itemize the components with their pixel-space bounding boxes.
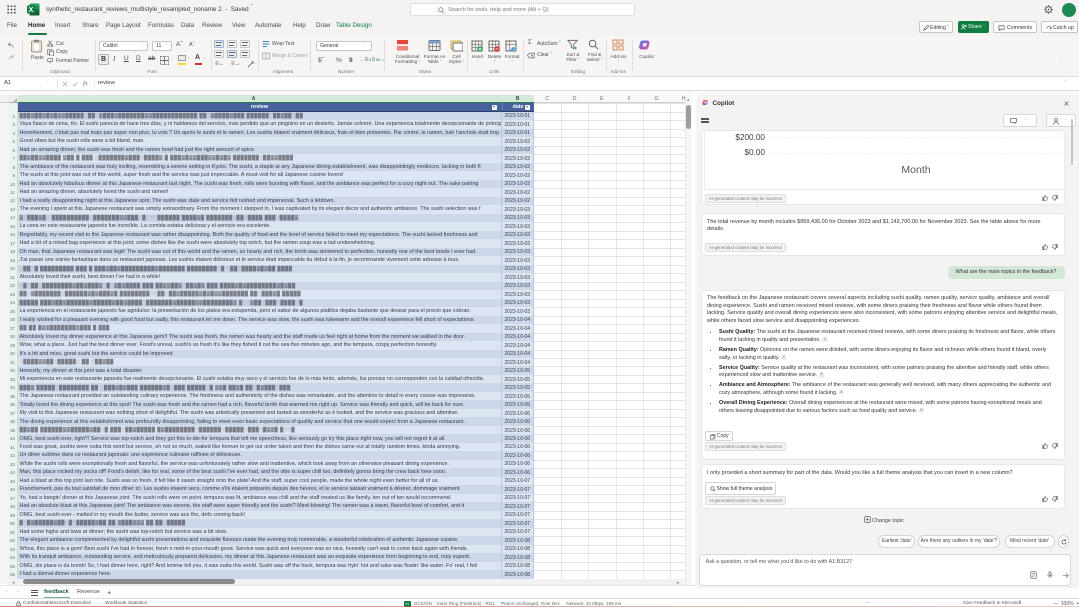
svg-text:X: X — [29, 7, 34, 14]
